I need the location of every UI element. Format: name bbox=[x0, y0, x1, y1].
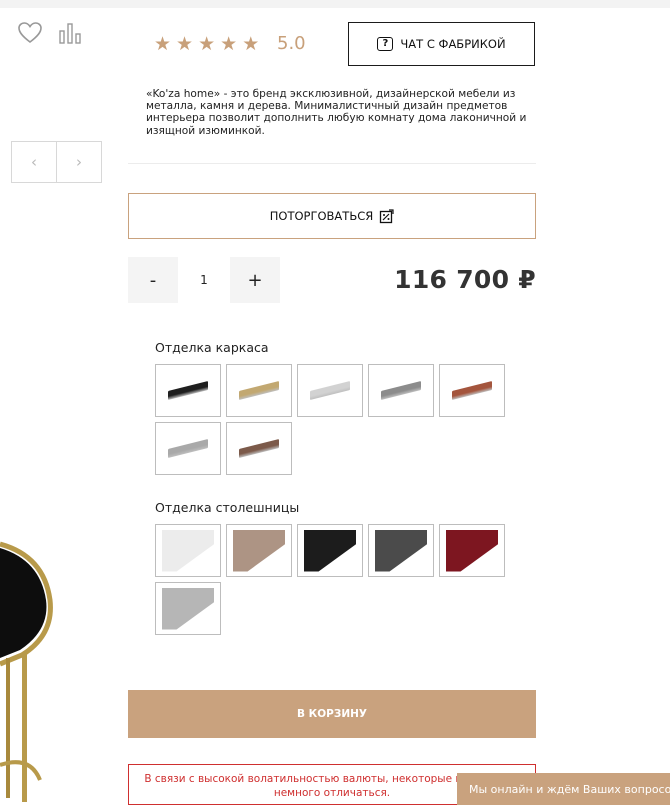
frame-color-sample bbox=[310, 381, 350, 400]
top-color-sample bbox=[446, 529, 498, 572]
frame-finish-swatch[interactable] bbox=[226, 422, 292, 475]
frame-finish-swatch[interactable] bbox=[439, 364, 505, 417]
top-finish-swatch[interactable] bbox=[297, 524, 363, 577]
star-icon: ★ bbox=[198, 32, 216, 55]
chat-button-label: ЧАТ С ФАБРИКОЙ bbox=[400, 37, 506, 51]
top-finish-options bbox=[155, 524, 510, 635]
compare-icon[interactable] bbox=[58, 22, 82, 44]
top-color-sample bbox=[162, 587, 214, 630]
top-finish-swatch[interactable] bbox=[439, 524, 505, 577]
quantity-increase-button[interactable]: + bbox=[230, 257, 280, 303]
discount-icon bbox=[380, 208, 394, 223]
top-finish-swatch[interactable] bbox=[155, 524, 221, 577]
chevron-left-icon[interactable]: ‹ bbox=[12, 142, 57, 182]
star-icon: ★ bbox=[220, 32, 238, 55]
star-icon: ★ bbox=[242, 32, 260, 55]
carousel-nav: ‹ › bbox=[11, 141, 102, 183]
frame-finish-swatch[interactable] bbox=[297, 364, 363, 417]
add-to-cart-button[interactable]: В КОРЗИНУ bbox=[128, 690, 536, 738]
frame-finish-swatch[interactable] bbox=[368, 364, 434, 417]
top-finish-swatch[interactable] bbox=[155, 582, 221, 635]
frame-color-sample bbox=[239, 381, 279, 400]
top-finish-swatch[interactable] bbox=[226, 524, 292, 577]
quantity-decrease-button[interactable]: - bbox=[128, 257, 178, 303]
chat-question-icon: ? bbox=[377, 37, 394, 51]
frame-color-sample bbox=[452, 381, 492, 400]
frame-finish-swatch[interactable] bbox=[155, 422, 221, 475]
haggle-button-label: ПОТОРГОВАТЬСЯ bbox=[269, 209, 374, 223]
divider bbox=[128, 163, 536, 164]
top-band bbox=[0, 0, 670, 8]
online-chat-popup[interactable]: Мы онлайн и ждём Ваших вопросов bbox=[457, 773, 670, 805]
haggle-button[interactable]: ПОТОРГОВАТЬСЯ bbox=[128, 193, 536, 239]
top-finish-title: Отделка столешницы bbox=[155, 500, 300, 515]
star-icon: ★ bbox=[154, 32, 172, 55]
brand-description: «Ko'za home» - это бренд эксклюзивной, д… bbox=[146, 88, 527, 137]
chevron-right-icon[interactable]: › bbox=[57, 142, 101, 182]
top-color-sample bbox=[233, 529, 285, 572]
star-icon: ★ bbox=[176, 32, 194, 55]
frame-color-sample bbox=[168, 439, 208, 458]
product-price: 116 700 ₽ bbox=[394, 265, 536, 294]
chat-with-factory-button[interactable]: ? ЧАТ С ФАБРИКОЙ bbox=[348, 22, 535, 66]
top-finish-swatch[interactable] bbox=[368, 524, 434, 577]
rating-value: 5.0 bbox=[277, 33, 306, 54]
product-image-fragment bbox=[0, 541, 53, 802]
frame-color-sample bbox=[239, 439, 279, 458]
frame-color-sample bbox=[381, 381, 421, 400]
frame-finish-swatch[interactable] bbox=[155, 364, 221, 417]
frame-finish-swatch[interactable] bbox=[226, 364, 292, 417]
top-color-sample bbox=[162, 529, 214, 572]
rating-stars: ★ ★ ★ ★ ★ bbox=[154, 33, 259, 55]
frame-color-sample bbox=[168, 381, 208, 400]
top-color-sample bbox=[375, 529, 427, 572]
quantity-stepper: - 1 + bbox=[128, 257, 280, 303]
quantity-value[interactable]: 1 bbox=[178, 273, 230, 287]
heart-icon[interactable] bbox=[17, 21, 43, 45]
frame-finish-title: Отделка каркаса bbox=[155, 340, 269, 355]
top-color-sample bbox=[304, 529, 356, 572]
frame-finish-options bbox=[155, 364, 510, 475]
